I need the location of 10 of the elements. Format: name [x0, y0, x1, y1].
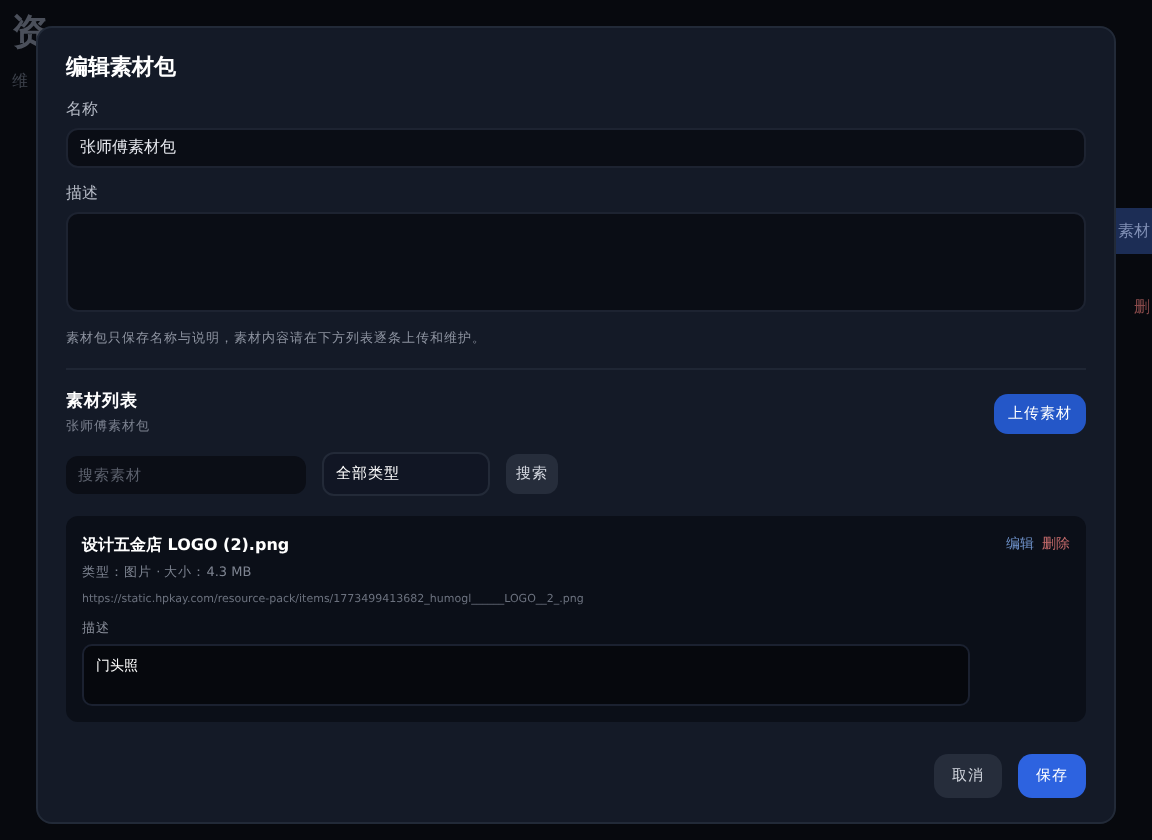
material-name: 设计五金店 LOGO (2).png — [82, 534, 290, 556]
page-subtitle: 维 — [12, 70, 28, 92]
section-title: 素材列表 — [66, 390, 140, 414]
name-field[interactable]: 张师傅素材包 — [66, 128, 1086, 168]
field-label: 描述 — [66, 182, 100, 204]
field-label: 名称 — [66, 98, 100, 120]
dialog-title: 编辑素材包 — [66, 52, 178, 82]
description-field[interactable] — [66, 212, 1086, 312]
background-text: 删 — [1134, 296, 1150, 318]
create-material-button[interactable]: 素材 — [1116, 208, 1152, 254]
